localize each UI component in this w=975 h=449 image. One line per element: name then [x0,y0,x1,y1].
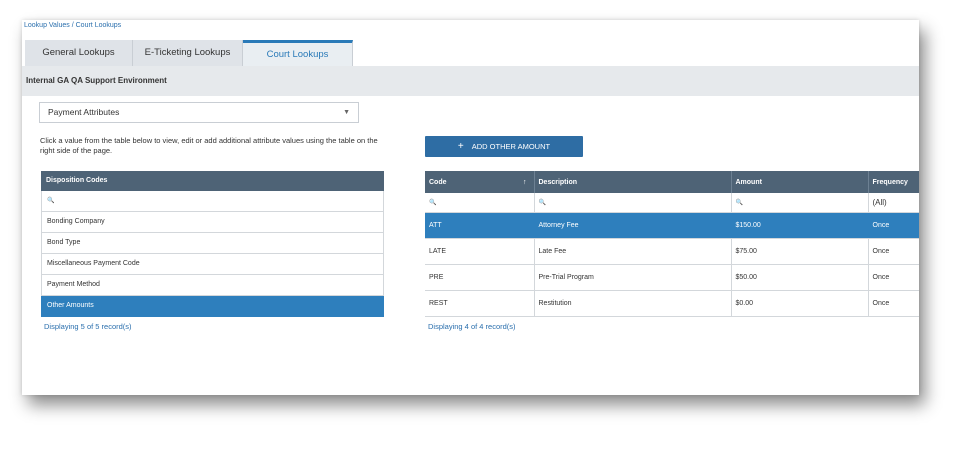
search-icon: 🔍 [429,200,437,206]
frequency-filter-select[interactable]: (All) [868,193,919,213]
code-filter-input[interactable]: 🔍 [425,193,535,213]
table-row[interactable]: LATE Late Fee $75.00 Once [425,238,919,265]
tab-e-ticketing-lookups[interactable]: E-Ticketing Lookups [133,40,243,66]
cell-amount: $150.00 [731,212,869,239]
cell-description: Attorney Fee [534,212,732,239]
search-icon: 🔍 [735,200,743,206]
disposition-codes-table: Disposition Codes 🔍 Bonding Company Bond… [41,171,384,331]
add-button-label: ADD OTHER AMOUNT [471,142,551,151]
cell-amount: $75.00 [731,238,869,265]
cell-description: Restitution [534,290,732,317]
cell-amount: $0.00 [731,290,869,317]
tab-court-lookups[interactable]: Court Lookups [243,40,353,66]
table-row[interactable]: Miscellaneous Payment Code [41,254,384,275]
cell-frequency: Once [868,212,919,239]
sort-ascending-icon[interactable]: ↑ [523,179,527,186]
table-row[interactable]: PRE Pre-Trial Program $50.00 Once [425,264,919,291]
app-window: Lookup Values / Court Lookups General Lo… [22,20,919,395]
disposition-search-input[interactable]: 🔍 [41,191,384,212]
record-count: Displaying 4 of 4 record(s) [428,322,516,331]
cell-description: Late Fee [534,238,732,265]
amount-filter-input[interactable]: 🔍 [731,193,869,213]
column-header-frequency[interactable]: Frequency [868,171,919,193]
description-filter-input[interactable]: 🔍 [534,193,732,213]
search-icon: 🔍 [538,200,546,206]
attribute-select[interactable]: Payment Attributes ▼ [39,102,359,123]
cell-code: REST [425,290,535,317]
cell-frequency: Once [868,290,919,317]
table-row[interactable]: REST Restitution $0.00 Once [425,290,919,317]
table-row[interactable]: Bond Type [41,233,384,254]
attribute-select-value: Payment Attributes [48,107,120,117]
column-header-code[interactable]: Code ↑ [425,171,535,193]
tab-bar: General Lookups E-Ticketing Lookups Cour… [25,40,353,66]
instructions-text: Click a value from the table below to vi… [40,136,378,155]
tab-general-lookups[interactable]: General Lookups [25,40,133,66]
table-row[interactable]: Payment Method [41,275,384,296]
environment-bar: Internal GA QA Support Environment [22,66,919,96]
record-count: Displaying 5 of 5 record(s) [44,322,132,331]
cell-description: Pre-Trial Program [534,264,732,291]
code-header-label: Code [429,178,447,186]
breadcrumb[interactable]: Lookup Values / Court Lookups [24,22,121,29]
search-icon: 🔍 [47,198,55,204]
cell-code: LATE [425,238,535,265]
add-other-amount-button[interactable]: + ADD OTHER AMOUNT [425,136,583,157]
chevron-down-icon: ▼ [343,109,350,116]
cell-amount: $50.00 [731,264,869,291]
plus-icon: + [457,141,464,152]
column-header-disposition-codes[interactable]: Disposition Codes [41,171,384,191]
cell-frequency: Once [868,264,919,291]
table-row[interactable]: Bonding Company [41,212,384,233]
cell-code: PRE [425,264,535,291]
column-header-amount[interactable]: Amount [731,171,869,193]
cell-frequency: Once [868,238,919,265]
table-row-selected[interactable]: Other Amounts [41,296,384,317]
table-row-selected[interactable]: ATT Attorney Fee $150.00 Once [425,212,919,239]
column-header-description[interactable]: Description [534,171,732,193]
amounts-table: Code ↑ Description Amount Frequency 🔍 🔍 … [425,171,919,331]
cell-code: ATT [425,212,535,239]
